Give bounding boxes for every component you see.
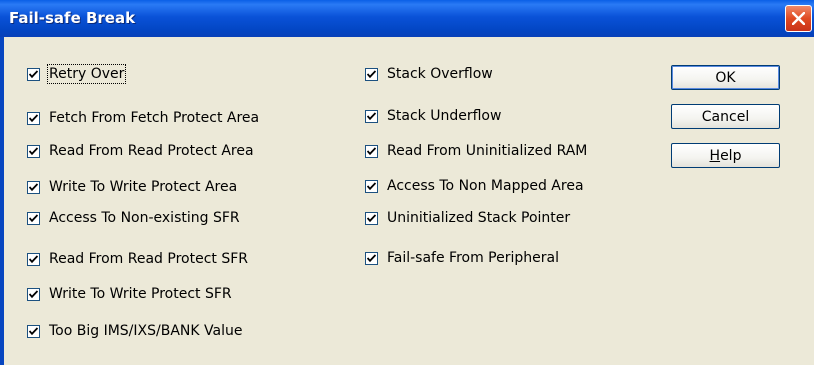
- checkbox-box[interactable]: [27, 211, 40, 225]
- ok-button[interactable]: OK: [671, 65, 780, 90]
- checkbox-label: Stack Overflow: [387, 66, 493, 82]
- window-title: Fail-safe Break: [9, 9, 136, 27]
- check-mark-icon: [29, 289, 38, 298]
- checkbox-read-protect-area[interactable]: Read From Read Protect Area: [27, 140, 254, 162]
- close-button[interactable]: [785, 5, 812, 32]
- check-mark-icon: [29, 182, 38, 191]
- check-mark-icon: [29, 254, 38, 263]
- check-mark-icon: [29, 69, 38, 78]
- checkbox-label: Read From Read Protect SFR: [49, 251, 249, 267]
- help-button-label: Help: [710, 148, 742, 164]
- checkbox-uninitialized-ram[interactable]: Read From Uninitialized RAM: [365, 140, 587, 162]
- checkbox-label: Write To Write Protect Area: [49, 179, 238, 195]
- check-mark-icon: [367, 213, 376, 222]
- help-label-rest: elp: [720, 147, 742, 164]
- checkbox-box[interactable]: [27, 287, 40, 301]
- checkbox-non-existing-sfr[interactable]: Access To Non-existing SFR: [27, 207, 240, 229]
- checkbox-write-protect-sfr[interactable]: Write To Write Protect SFR: [27, 283, 232, 305]
- checkbox-label: Retry Over: [46, 64, 127, 84]
- checkbox-box[interactable]: [27, 144, 40, 158]
- help-mnemonic: H: [709, 147, 721, 164]
- checkbox-box[interactable]: [365, 144, 378, 158]
- checkbox-fetch-protect[interactable]: Fetch From Fetch Protect Area: [27, 107, 259, 129]
- checkbox-box[interactable]: [365, 179, 378, 193]
- checkbox-box[interactable]: [365, 251, 378, 265]
- checkbox-too-big-value[interactable]: Too Big IMS/IXS/BANK Value: [27, 320, 242, 342]
- checkbox-stack-underflow[interactable]: Stack Underflow: [365, 105, 501, 127]
- checkbox-label: Write To Write Protect SFR: [49, 286, 232, 302]
- check-mark-icon: [367, 181, 376, 190]
- checkbox-uninitialized-sp[interactable]: Uninitialized Stack Pointer: [365, 207, 570, 229]
- help-button[interactable]: Help: [671, 143, 780, 168]
- checkbox-stack-overflow[interactable]: Stack Overflow: [365, 63, 493, 85]
- check-mark-icon: [367, 69, 376, 78]
- checkbox-label: Fetch From Fetch Protect Area: [49, 110, 260, 126]
- check-mark-icon: [367, 111, 376, 120]
- checkbox-label: Stack Underflow: [387, 108, 502, 124]
- checkbox-box[interactable]: [27, 252, 40, 266]
- check-mark-icon: [367, 253, 376, 262]
- check-mark-icon: [367, 146, 376, 155]
- checkbox-label: Fail-safe From Peripheral: [387, 250, 559, 266]
- close-icon: [792, 12, 805, 25]
- checkbox-box[interactable]: [27, 180, 40, 194]
- title-bar[interactable]: Fail-safe Break: [0, 0, 814, 37]
- checkbox-non-mapped-area[interactable]: Access To Non Mapped Area: [365, 175, 584, 197]
- check-mark-icon: [29, 213, 38, 222]
- checkbox-label: Read From Uninitialized RAM: [387, 143, 588, 159]
- check-mark-icon: [29, 113, 38, 122]
- checkbox-label: Access To Non-existing SFR: [49, 210, 240, 226]
- checkbox-box[interactable]: [27, 111, 40, 125]
- checkbox-write-protect-area[interactable]: Write To Write Protect Area: [27, 176, 237, 198]
- checkbox-label: Uninitialized Stack Pointer: [387, 210, 571, 226]
- checkbox-label: Too Big IMS/IXS/BANK Value: [49, 323, 243, 339]
- checkbox-box[interactable]: [365, 67, 378, 81]
- cancel-button[interactable]: Cancel: [671, 104, 780, 129]
- checkbox-box[interactable]: [365, 211, 378, 225]
- checkbox-box[interactable]: [27, 67, 40, 81]
- checkbox-box[interactable]: [365, 109, 378, 123]
- checkbox-read-protect-sfr[interactable]: Read From Read Protect SFR: [27, 248, 248, 270]
- ok-button-label: OK: [715, 69, 736, 86]
- checkbox-box[interactable]: [27, 324, 40, 338]
- check-mark-icon: [29, 146, 38, 155]
- window-frame: [0, 37, 4, 365]
- checkbox-failsafe-peripheral[interactable]: Fail-safe From Peripheral: [365, 247, 559, 269]
- checkbox-label: Access To Non Mapped Area: [387, 178, 584, 194]
- checkbox-label: Read From Read Protect Area: [49, 143, 254, 159]
- checkbox-retry-over[interactable]: Retry Over: [27, 63, 127, 85]
- cancel-button-label: Cancel: [701, 108, 750, 125]
- check-mark-icon: [29, 326, 38, 335]
